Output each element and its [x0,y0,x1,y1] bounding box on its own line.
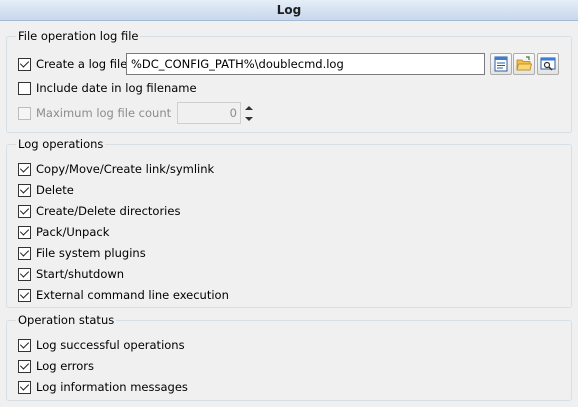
max-log-count-checkbox [18,106,31,120]
log-op-checkbox[interactable] [18,246,31,260]
status-label: Log errors [36,359,95,373]
create-log-checkbox-row[interactable]: Create a log file: [18,55,131,73]
include-date-checkbox-row[interactable]: Include date in log filename [18,79,197,97]
folder-open-icon [516,56,532,71]
include-date-checkbox[interactable] [18,81,31,95]
arrow-up-icon [245,105,253,110]
log-op-checkbox[interactable] [18,204,31,218]
include-date-label: Include date in log filename [36,81,197,95]
log-op-label: Create/Delete directories [36,204,181,218]
status-item[interactable]: Log errors [18,357,94,375]
max-log-count-checkbox-row: Maximum log file count [18,104,171,122]
status-item[interactable]: Log information messages [18,378,188,396]
log-op-label: External command line execution [36,288,229,302]
log-op-item[interactable]: Copy/Move/Create link/symlink [18,160,214,178]
log-op-checkbox[interactable] [18,225,31,239]
create-log-label: Create a log file: [36,57,132,71]
log-op-checkbox[interactable] [18,267,31,281]
group-title: File operation log file [16,28,141,44]
max-log-count-label: Maximum log file count [36,106,172,120]
log-op-item[interactable]: File system plugins [18,244,146,262]
status-checkbox[interactable] [18,338,31,352]
spin-down-button [242,113,256,124]
log-op-item[interactable]: Delete [18,181,74,199]
max-log-count-spinner [242,102,256,124]
status-checkbox[interactable] [18,380,31,394]
status-checkbox[interactable] [18,359,31,373]
view-file-button[interactable] [490,53,512,75]
status-label: Log successful operations [36,338,185,352]
log-op-label: Pack/Unpack [36,225,110,239]
log-op-item[interactable]: External command line execution [18,286,229,304]
log-op-label: Delete [36,183,74,197]
log-file-path-input[interactable] [126,53,485,75]
spin-up-button [242,102,256,113]
log-op-item[interactable]: Start/shutdown [18,265,124,283]
document-view-icon [494,56,508,72]
arrow-down-icon [245,116,253,121]
log-op-checkbox[interactable] [18,162,31,176]
page-header: Log [0,0,578,21]
open-viewer-button[interactable] [537,53,559,75]
max-log-count-input: 0 [177,102,241,124]
status-label: Log information messages [36,380,188,394]
log-op-checkbox[interactable] [18,183,31,197]
group-title: Operation status [16,312,117,328]
log-op-item[interactable]: Pack/Unpack [18,223,109,241]
window-search-icon [540,57,556,71]
status-item[interactable]: Log successful operations [18,336,185,354]
page-title: Log [276,3,302,17]
browse-folder-button[interactable] [513,53,535,75]
log-op-label: Copy/Move/Create link/symlink [36,162,215,176]
group-title: Log operations [16,136,106,152]
log-op-item[interactable]: Create/Delete directories [18,202,180,220]
create-log-checkbox[interactable] [18,57,31,71]
log-op-checkbox[interactable] [18,288,31,302]
log-op-label: Start/shutdown [36,267,125,281]
log-op-label: File system plugins [36,246,146,260]
